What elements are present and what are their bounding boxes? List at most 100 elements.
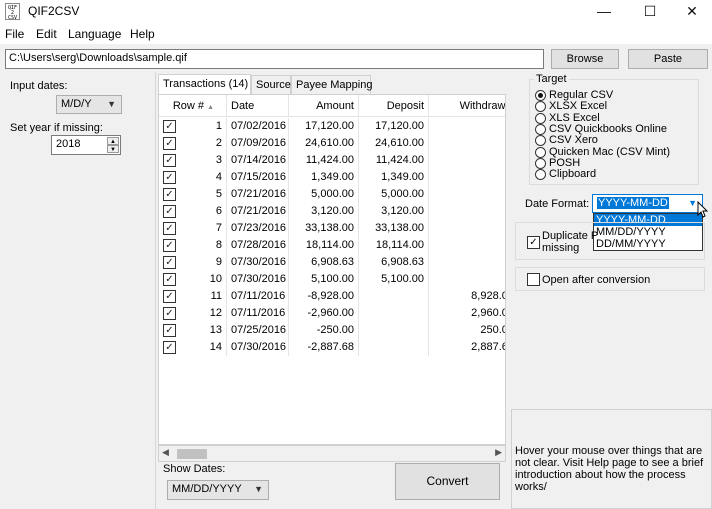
grid-header: Row # ▲ Date Amount Deposit Withdrawal [159, 95, 505, 117]
cell-deposit: 5,000.00 [359, 186, 429, 203]
table-row[interactable]: ✓ 7 07/23/2016 33,138.00 33,138.00 [159, 220, 505, 237]
close-button[interactable]: ✕ [669, 0, 712, 24]
target-radio[interactable] [535, 90, 546, 101]
table-row[interactable]: ✓ 4 07/15/2016 1,349.00 1,349.00 [159, 169, 505, 186]
table-row[interactable]: ✓ 9 07/30/2016 6,908.63 6,908.63 [159, 254, 505, 271]
table-row[interactable]: ✓ 8 07/28/2016 18,114.00 18,114.00 [159, 237, 505, 254]
cell-withdrawal: 2,960.00 [429, 305, 505, 322]
table-row[interactable]: ✓ 10 07/30/2016 5,100.00 5,100.00 [159, 271, 505, 288]
input-dates-combo[interactable]: M/D/Y ▼ [56, 95, 122, 114]
cell-amount: 11,424.00 [289, 152, 359, 169]
table-row[interactable]: ✓1107/11/2016-8,928.008,928.00 [159, 288, 505, 305]
cell-deposit: 18,114.00 [359, 237, 429, 254]
cell-date: 07/21/2016 [227, 186, 289, 203]
menu-file[interactable]: File [5, 27, 24, 41]
cell-withdrawal [429, 118, 505, 135]
spin-up-icon[interactable]: ▲ [107, 137, 119, 145]
target-option-label: CSV Xero [549, 134, 598, 147]
cell-deposit: 24,610.00 [359, 135, 429, 152]
target-radio[interactable] [535, 146, 546, 158]
cell-withdrawal: 8,928.00 [429, 288, 505, 305]
column-header-amount[interactable]: Amount [289, 95, 359, 117]
spinner-arrows[interactable]: ▲ ▼ [107, 137, 119, 153]
cell-deposit [359, 288, 429, 305]
table-row[interactable]: ✓ 3 07/14/2016 11,424.00 11,424.00 [159, 152, 505, 169]
table-row[interactable]: ✓ 6 07/21/2016 3,120.00 3,120.00 [159, 203, 505, 220]
open-after-checkbox[interactable] [527, 273, 540, 286]
left-panel: Input dates: M/D/Y ▼ Set year if missing… [0, 72, 156, 509]
cell-withdrawal [429, 135, 505, 152]
input-dates-label: Input dates: [10, 80, 68, 92]
table-row[interactable]: ✓1207/11/2016-2,960.002,960.00 [159, 305, 505, 322]
window-title: QIF2CSV [28, 4, 80, 18]
cell-date: 07/15/2016 [227, 169, 289, 186]
tab-payee-mapping[interactable]: Payee Mapping [291, 75, 372, 94]
tab-source[interactable]: Source [251, 75, 291, 94]
cell-deposit: 17,120.00 [359, 118, 429, 135]
cell-withdrawal [429, 254, 505, 271]
column-header-withdrawal[interactable]: Withdrawal [429, 95, 505, 117]
mouse-cursor-icon [697, 201, 709, 218]
cell-n: 8 [159, 237, 227, 254]
cell-deposit: 11,424.00 [359, 152, 429, 169]
cell-withdrawal [429, 220, 505, 237]
table-row[interactable]: ✓1407/30/2016-2,887.682,887.68 [159, 339, 505, 356]
cell-deposit [359, 339, 429, 356]
column-header-deposit[interactable]: Deposit [359, 95, 429, 117]
convert-button[interactable]: Convert [395, 463, 500, 500]
cell-date: 07/11/2016 [227, 305, 289, 322]
table-row[interactable]: ✓ 2 07/09/2016 24,610.00 24,610.00 [159, 135, 505, 152]
cell-deposit: 1,349.00 [359, 169, 429, 186]
cell-withdrawal [429, 169, 505, 186]
cell-amount: 24,610.00 [289, 135, 359, 152]
menu-edit[interactable]: Edit [36, 27, 57, 41]
chevron-down-icon: ▼ [688, 198, 697, 208]
duplicate-label-line1: Duplicate P [542, 230, 599, 242]
year-spinner[interactable]: 2018 ▲ ▼ [51, 135, 121, 155]
menu-help[interactable]: Help [130, 27, 155, 41]
cell-deposit: 33,138.00 [359, 220, 429, 237]
help-info-box: Hover your mouse over things that are no… [511, 409, 712, 509]
browse-button[interactable]: Browse [551, 49, 619, 69]
show-dates-combo[interactable]: MM/DD/YYYY ▼ [167, 480, 269, 500]
cell-amount: -2,887.68 [289, 339, 359, 356]
cell-n: 6 [159, 203, 227, 220]
cell-n: 11 [159, 288, 227, 305]
date-format-combo[interactable]: YYYY-MM-DD ▼ [592, 194, 703, 213]
cell-date: 07/30/2016 [227, 339, 289, 356]
cell-date: 07/09/2016 [227, 135, 289, 152]
target-radio[interactable] [535, 157, 546, 169]
column-header-date[interactable]: Date [227, 95, 289, 117]
horizontal-scrollbar[interactable]: ◀ ▶ [158, 445, 506, 462]
minimize-button[interactable]: — [581, 0, 627, 24]
cell-withdrawal [429, 152, 505, 169]
scroll-left-icon[interactable]: ◀ [162, 447, 169, 458]
target-radio[interactable] [535, 112, 546, 124]
paste-button[interactable]: Paste [628, 49, 708, 69]
cell-n: 7 [159, 220, 227, 237]
cell-date: 07/14/2016 [227, 152, 289, 169]
maximize-button[interactable]: ☐ [627, 0, 673, 24]
scrollbar-thumb[interactable] [177, 449, 207, 459]
app-icon: QIF 2 CSV [5, 3, 20, 21]
cell-amount: 3,120.00 [289, 203, 359, 220]
cell-n: 10 [159, 271, 227, 288]
cell-n: 1 [159, 118, 227, 135]
show-dates-label: Show Dates: [163, 463, 226, 475]
input-dates-value: M/D/Y [61, 98, 92, 110]
scroll-right-icon[interactable]: ▶ [495, 447, 502, 458]
duplicate-checkbox[interactable]: ✓ [527, 236, 540, 249]
file-path-input[interactable]: C:\Users\serg\Downloads\sample.qif [5, 49, 544, 69]
title-bar: QIF 2 CSV QIF2CSV — ☐ ✕ [0, 0, 712, 24]
duplicate-label-line2: missing [542, 242, 580, 254]
spin-down-icon[interactable]: ▼ [107, 145, 119, 153]
column-header-row[interactable]: Row # ▲ [159, 95, 227, 117]
table-row[interactable]: ✓1307/25/2016-250.00250.00 [159, 322, 505, 339]
table-row[interactable]: ✓ 1 07/02/2016 17,120.00 17,120.00 [159, 118, 505, 135]
show-dates-value: MM/DD/YYYY [172, 483, 242, 495]
target-radio[interactable] [535, 123, 546, 135]
tab-transactions[interactable]: Transactions (14) [158, 74, 251, 95]
menu-language[interactable]: Language [68, 27, 121, 41]
cell-n: 4 [159, 169, 227, 186]
table-row[interactable]: ✓ 5 07/21/2016 5,000.00 5,000.00 [159, 186, 505, 203]
